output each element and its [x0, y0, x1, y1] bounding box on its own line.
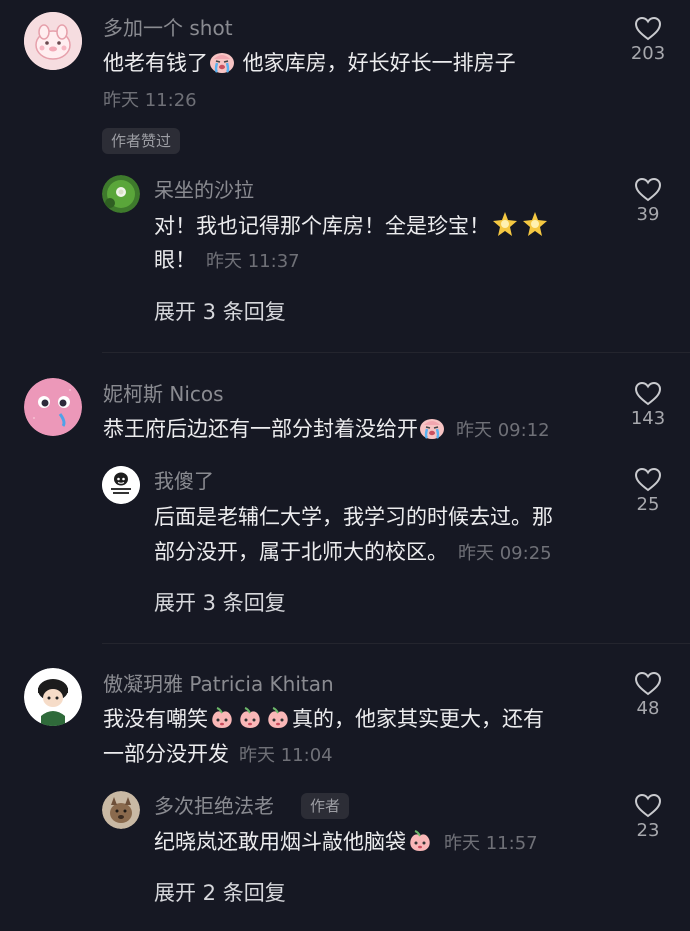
comment-text-part: 他家库房，好长好长一排房子	[236, 51, 516, 75]
reply-text: 后面是老辅仁大学，我学习的时候去过。那	[154, 505, 553, 529]
comment-text: 他老有钱了 他家库房，好长好长一排房子	[103, 48, 516, 78]
peach-face-emoji-icon	[240, 707, 260, 728]
comment-time: 昨天 09:12	[456, 420, 550, 441]
reply-time: 昨天 11:37	[206, 251, 300, 272]
author-badge: 作者	[301, 793, 350, 819]
comment-text-part: 我没有嘲笑	[103, 707, 208, 731]
avatar[interactable]	[24, 12, 82, 70]
reply-text: 对！我也记得那个库房！全是珍宝！	[154, 210, 550, 241]
heart-outline-icon	[634, 467, 662, 492]
crying-face-emoji-icon	[420, 419, 444, 439]
glowing-star-emoji-icon	[493, 212, 517, 236]
reply-username[interactable]: 我傻了	[154, 468, 214, 494]
reply-time: 昨天 09:25	[458, 543, 552, 564]
reply-username[interactable]: 呆坐的沙拉	[154, 177, 254, 203]
comment-username[interactable]: 多加一个 shot	[103, 15, 233, 41]
comment-text: 我没有嘲笑 真的，他家其实更大，还有	[103, 704, 544, 734]
expand-replies-button[interactable]: 展开 3 条回复	[154, 298, 286, 326]
expand-replies-button[interactable]: 展开 3 条回复	[154, 589, 286, 617]
comment-text: 一部分没开发 昨天 11:04	[103, 739, 333, 771]
like-button[interactable]: 39	[618, 177, 678, 226]
comment-username[interactable]: 妮柯斯 Nicos	[103, 381, 224, 407]
reply-username[interactable]: 多次拒绝法老	[154, 793, 274, 819]
comment-time: 昨天 11:04	[239, 745, 333, 766]
comment-text-part: 一部分没开发	[103, 742, 229, 766]
like-count: 48	[636, 698, 660, 719]
glowing-star-emoji-icon	[523, 212, 547, 236]
like-count: 23	[636, 820, 660, 841]
divider	[102, 352, 690, 353]
peach-face-emoji-icon	[212, 707, 232, 728]
comment-username[interactable]: 傲凝玥雅 Patricia Khitan	[103, 671, 334, 697]
like-count: 143	[630, 408, 666, 429]
like-count: 203	[630, 43, 666, 64]
reply-time: 昨天 11:57	[444, 833, 538, 854]
like-count: 25	[636, 494, 660, 515]
comment-text-part: 恭王府后边还有一部分封着没给开	[103, 417, 418, 441]
like-button[interactable]: 25	[618, 467, 678, 516]
reply-text-part: 纪晓岚还敢用烟斗敲他脑袋	[154, 830, 406, 854]
like-button[interactable]: 143	[618, 381, 678, 430]
divider	[102, 643, 690, 644]
comment-text: 恭王府后边还有一部分封着没给开 昨天 09:12	[103, 414, 550, 446]
like-button[interactable]: 23	[618, 793, 678, 842]
like-button[interactable]: 48	[618, 671, 678, 720]
avatar[interactable]	[102, 466, 140, 504]
heart-outline-icon	[634, 16, 662, 41]
peach-face-emoji-icon	[268, 707, 288, 728]
reply-text: 纪晓岚还敢用烟斗敲他脑袋 昨天 11:57	[154, 827, 538, 859]
author-liked-badge: 作者赞过	[102, 128, 181, 154]
reply-text-part: 部分没开，属于北师大的校区。	[154, 540, 448, 564]
avatar[interactable]	[24, 378, 82, 436]
like-count: 39	[636, 204, 660, 225]
avatar[interactable]	[102, 175, 140, 213]
heart-outline-icon	[634, 793, 662, 818]
reply-text: 眼！ 昨天 11:37	[154, 245, 300, 277]
comment-text-part: 真的，他家其实更大，还有	[292, 707, 544, 731]
heart-outline-icon	[634, 671, 662, 696]
avatar[interactable]	[24, 668, 82, 726]
crying-face-emoji-icon	[210, 53, 234, 73]
like-button[interactable]: 203	[618, 16, 678, 65]
heart-outline-icon	[634, 381, 662, 406]
peach-face-emoji-icon	[410, 830, 430, 851]
comment-time: 昨天 11:26	[103, 90, 197, 111]
reply-username-text: 多次拒绝法老	[154, 794, 274, 818]
expand-replies-button[interactable]: 展开 2 条回复	[154, 879, 286, 907]
reply-text: 部分没开，属于北师大的校区。 昨天 09:25	[154, 537, 552, 569]
heart-outline-icon	[634, 177, 662, 202]
comment-text-part: 他老有钱了	[103, 51, 208, 75]
avatar[interactable]	[102, 791, 140, 829]
reply-text-part: 对！我也记得那个库房！全是珍宝！	[154, 214, 490, 238]
reply-text-part: 眼！	[154, 248, 196, 272]
